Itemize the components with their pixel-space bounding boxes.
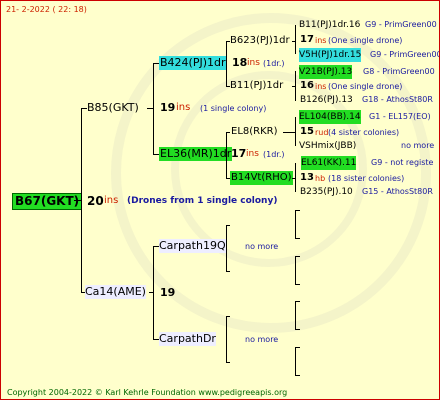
- connector: [226, 132, 227, 178]
- b14vt-number: 13: [300, 172, 314, 183]
- connector: [295, 301, 296, 330]
- b11-ins: ins: [315, 82, 327, 91]
- date-header: 21- 2-2022 ( 22: 18): [6, 5, 87, 14]
- el61-info: G9 - not registe: [371, 158, 434, 167]
- queen-el61[interactable]: EL61(KK).11: [301, 156, 357, 170]
- b424-ins: ins: [247, 58, 260, 68]
- footer-copyright: Copyright 2004-2022 © Karl Kehrle Founda…: [7, 388, 288, 397]
- queen-b623[interactable]: B623(PJ)1dr: [230, 34, 290, 48]
- connector: [226, 362, 230, 363]
- queen-b424[interactable]: B424(PJ)1dr: [159, 56, 227, 70]
- sire-number: 19: [160, 101, 176, 114]
- carpath19q-desc: no more: [245, 242, 279, 251]
- b623-number: 17: [300, 34, 314, 45]
- connector: [226, 41, 227, 86]
- connector: [81, 108, 82, 293]
- queen-b126[interactable]: B126(PJ).13: [300, 93, 353, 107]
- connector: [295, 256, 296, 285]
- queen-b14vt[interactable]: B14Vt(RHO): [230, 171, 293, 185]
- el36-desc: (1dr.): [263, 150, 285, 159]
- connector: [295, 210, 300, 211]
- connector: [283, 132, 296, 133]
- connector: [295, 256, 300, 257]
- queen-el8[interactable]: EL8(RKR): [231, 125, 278, 139]
- b14vt-ins: hb: [315, 174, 326, 183]
- dam-number: 19: [160, 286, 176, 299]
- el8-number: 15: [300, 126, 314, 137]
- queen-b11[interactable]: B11(PJ)1dr: [230, 79, 283, 93]
- connector: [226, 132, 230, 133]
- connector: [295, 284, 300, 285]
- el8-desc: (4 sister colonies): [328, 128, 400, 137]
- b11-16-info: G9 - PrimGreen00: [365, 20, 437, 29]
- el104-info: G1 - EL157(EO): [369, 112, 431, 121]
- connector: [292, 178, 296, 179]
- b126-info: G18 - AthosSt80R: [362, 95, 433, 104]
- el36-ins: ins: [246, 149, 259, 159]
- carpathdr-desc: no more: [245, 335, 279, 344]
- connector: [292, 86, 296, 87]
- queen-carpath19q[interactable]: Carpath19Q: [159, 239, 226, 253]
- connector: [295, 347, 300, 348]
- connector: [226, 316, 227, 362]
- queen-b235[interactable]: B235(PJ).10: [300, 185, 353, 199]
- connector: [226, 225, 227, 271]
- b14vt-desc: (18 sister colonies): [328, 174, 405, 183]
- connector: [226, 225, 230, 226]
- pedigree-chart: 21- 2-2022 ( 22: 18) B67(GKT) 20 ins (Dr…: [0, 0, 440, 400]
- queen-b11-16[interactable]: B11(PJ)1dr.16: [299, 18, 360, 32]
- vshmix-info: no more: [401, 141, 435, 150]
- dam-ca14[interactable]: Ca14(AME): [85, 285, 146, 299]
- b11-desc: (One single drone): [328, 82, 403, 91]
- root-number: 20: [87, 194, 104, 208]
- root-ins: ins: [104, 195, 119, 206]
- v5h-info: G9 - PrimGreen00: [370, 50, 440, 59]
- root-desc: (Drones from 1 single colony): [127, 196, 278, 206]
- connector: [149, 292, 154, 293]
- b235-info: G15 - AthosSt80R: [362, 187, 433, 196]
- v21b-info: G8 - PrimGreen00: [363, 67, 435, 76]
- el36-number: 17: [231, 147, 247, 160]
- root-queen[interactable]: B67(GKT): [12, 193, 83, 210]
- b623-ins: ins: [315, 36, 327, 45]
- connector: [295, 301, 300, 302]
- connector: [295, 375, 300, 376]
- queen-el104[interactable]: EL104(BB).14: [299, 110, 361, 124]
- el8-ins: rud: [315, 128, 329, 137]
- connector: [295, 238, 300, 239]
- connector: [295, 210, 296, 239]
- connector: [292, 41, 296, 42]
- connector: [226, 316, 230, 317]
- sire-b85[interactable]: B85(GKT): [87, 101, 139, 115]
- connector: [295, 25, 296, 54]
- b424-desc: (1dr.): [263, 59, 285, 68]
- queen-vshmix[interactable]: VSHmix(JBB): [299, 139, 356, 153]
- queen-v5h[interactable]: V5H(PJ)1dr.15: [299, 48, 362, 62]
- connector: [295, 347, 296, 376]
- connector: [147, 108, 154, 109]
- connector: [295, 329, 300, 330]
- sire-desc: (1 single colony): [200, 104, 267, 113]
- b623-desc: (One single drone): [328, 36, 403, 45]
- sire-ins: ins: [176, 102, 191, 113]
- connector: [226, 271, 230, 272]
- queen-el36[interactable]: EL36(MR)1dr: [159, 147, 233, 161]
- b11-number: 16: [300, 80, 314, 91]
- queen-carpathdr[interactable]: CarpathDr: [159, 332, 216, 346]
- queen-v21b[interactable]: V21B(PJ).13: [299, 65, 353, 79]
- b424-number: 18: [232, 56, 248, 69]
